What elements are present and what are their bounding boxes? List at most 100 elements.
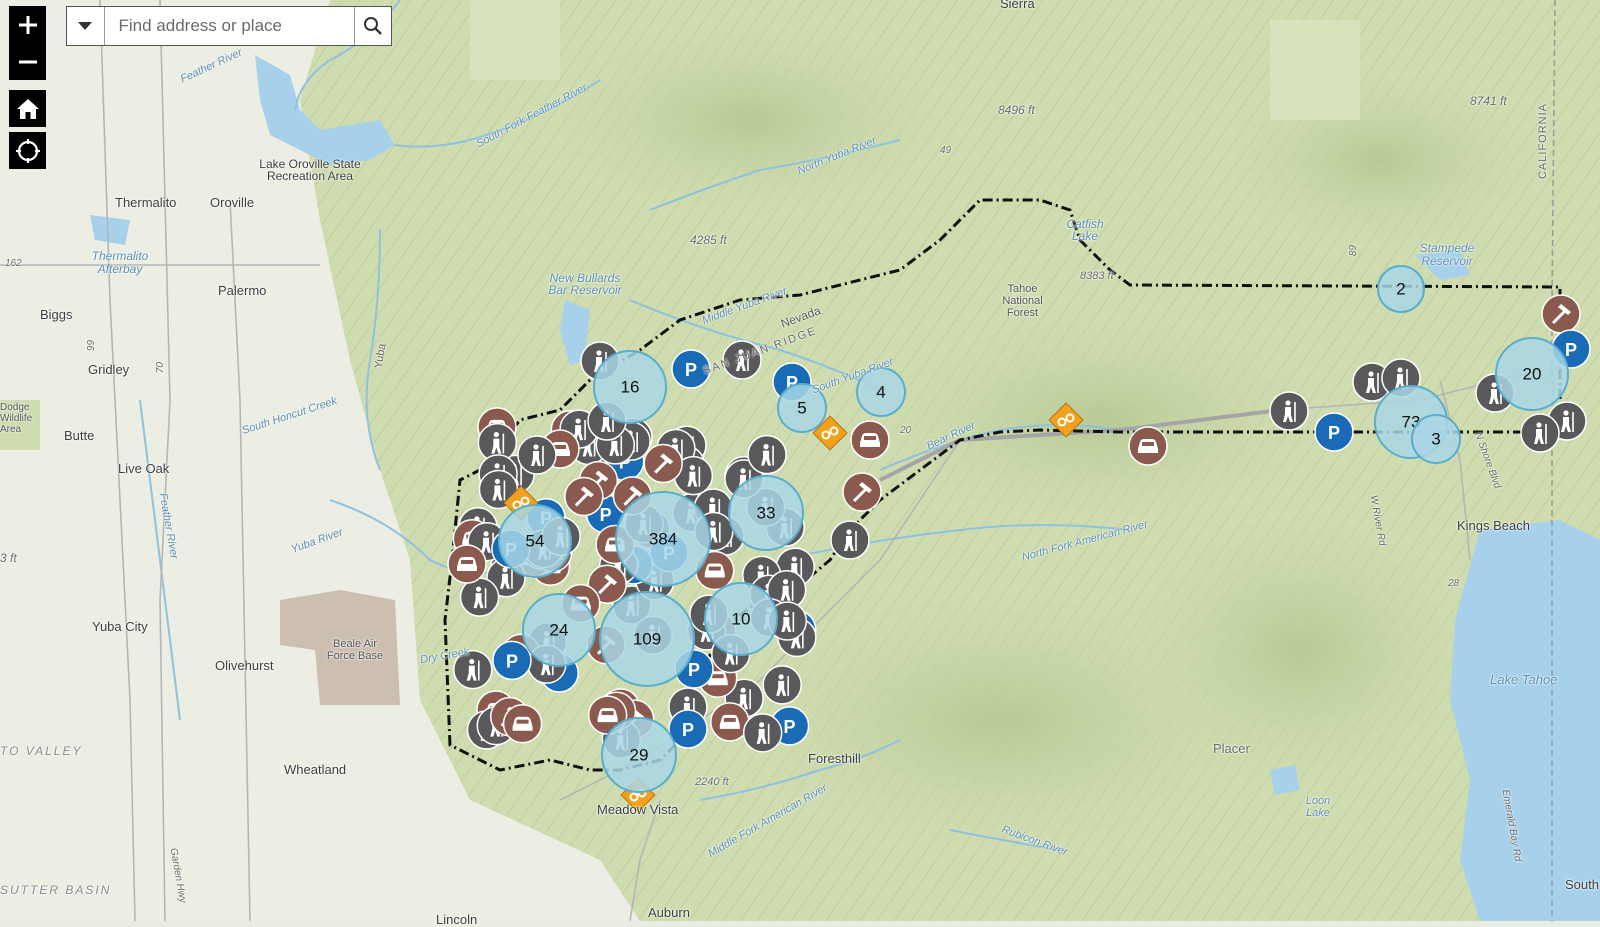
cluster-count-label: 29 bbox=[630, 746, 649, 765]
hammer-marker[interactable] bbox=[643, 443, 683, 484]
peak-label: 2240 ft bbox=[695, 776, 729, 788]
peak-label: 4285 ft bbox=[690, 233, 727, 247]
hiker-marker[interactable] bbox=[1520, 413, 1560, 453]
place-label: Lake Oroville State Recreation Area bbox=[259, 157, 361, 183]
road-label: 28 bbox=[1448, 578, 1460, 589]
place-label: Palermo bbox=[218, 283, 267, 298]
cluster-bubble[interactable]: 29 bbox=[601, 717, 677, 793]
cluster-count-label: 20 bbox=[1523, 365, 1542, 384]
cluster-bubble[interactable]: 3 bbox=[1411, 414, 1461, 464]
place-label: Kings Beach bbox=[1457, 518, 1530, 533]
hiker-marker[interactable] bbox=[517, 435, 557, 475]
search-input[interactable] bbox=[104, 7, 354, 45]
cluster-bubble[interactable]: 16 bbox=[593, 350, 667, 424]
cluster-bubble[interactable]: 54 bbox=[498, 504, 572, 578]
cluster-count-label: 4 bbox=[876, 383, 885, 402]
cluster-count-label: 54 bbox=[526, 532, 545, 551]
place-label: Gridley bbox=[88, 362, 130, 377]
map-canvas[interactable]: PPPPPPPPPPPPPPPP 16543843354241091029220… bbox=[0, 0, 1600, 921]
loon-lake bbox=[1270, 765, 1300, 795]
road-label: 162 bbox=[5, 258, 22, 269]
place-label: Yuba City bbox=[92, 619, 148, 634]
place-label: Sierra bbox=[1000, 0, 1035, 11]
road-label: 70 bbox=[155, 361, 167, 374]
peak-label: 8496 ft bbox=[998, 103, 1035, 117]
peak-label: 8383 ft bbox=[1080, 270, 1114, 282]
car-marker[interactable] bbox=[502, 703, 543, 744]
cluster-count-label: 16 bbox=[621, 378, 640, 397]
hammer-marker[interactable] bbox=[564, 476, 604, 517]
cluster-bubble[interactable]: 24 bbox=[522, 593, 596, 667]
region-label: TO VALLEY bbox=[0, 744, 83, 758]
region-label: SUTTER BASIN bbox=[0, 883, 112, 897]
forest-patch bbox=[470, 0, 560, 80]
hiker-marker[interactable] bbox=[459, 577, 500, 617]
search-widget bbox=[66, 6, 392, 46]
place-label: Stampede Reservoir bbox=[1419, 241, 1475, 268]
search-icon bbox=[363, 17, 382, 35]
cluster-bubble[interactable]: 384 bbox=[615, 491, 711, 587]
cluster-count-label: 33 bbox=[757, 504, 776, 523]
cluster-bubble[interactable]: 20 bbox=[1495, 337, 1569, 411]
minus-icon bbox=[18, 60, 37, 63]
place-label: Placer bbox=[1213, 741, 1250, 756]
place-label: Foresthill bbox=[808, 751, 861, 766]
place-label: Biggs bbox=[40, 307, 73, 322]
place-label: Live Oak bbox=[118, 461, 170, 476]
hiker-marker[interactable] bbox=[742, 713, 783, 753]
place-label: Beale Air Force Base bbox=[326, 638, 384, 662]
hiker-marker[interactable] bbox=[762, 665, 802, 705]
locate-button[interactable] bbox=[9, 132, 46, 169]
cluster-count-label: 24 bbox=[550, 621, 569, 640]
car-marker[interactable] bbox=[850, 420, 890, 460]
svg-text:P: P bbox=[682, 720, 694, 740]
cluster-count-label: 5 bbox=[797, 399, 806, 418]
state-label: CALIFORNIA bbox=[1537, 102, 1550, 180]
cluster-bubble[interactable]: 2 bbox=[1377, 265, 1425, 313]
hiker-marker[interactable] bbox=[830, 520, 870, 560]
zoom-out-button[interactable] bbox=[9, 43, 46, 80]
svg-text:P: P bbox=[688, 660, 700, 680]
cluster-bubble[interactable]: 109 bbox=[599, 591, 695, 687]
car-marker[interactable] bbox=[447, 544, 487, 584]
crosshair-icon bbox=[15, 138, 40, 163]
road-label: 20 bbox=[900, 425, 912, 436]
parking-marker[interactable]: P bbox=[492, 640, 532, 681]
place-label: Auburn bbox=[648, 905, 690, 920]
forest-patch bbox=[1270, 20, 1360, 120]
road-label: 89 bbox=[1348, 244, 1360, 257]
home-button[interactable] bbox=[9, 90, 46, 127]
terrain-shade bbox=[1200, 60, 1560, 260]
road-label: 49 bbox=[940, 145, 952, 156]
peak-label: 3 ft bbox=[0, 551, 17, 565]
place-label: Butte bbox=[64, 428, 95, 443]
car-marker[interactable] bbox=[1128, 426, 1168, 466]
cluster-count-label: 10 bbox=[732, 610, 751, 629]
hiker-marker[interactable] bbox=[747, 434, 787, 475]
zoom-in-button[interactable] bbox=[9, 6, 46, 43]
lake-tahoe bbox=[1450, 520, 1600, 921]
place-label: Tahoe National Forest bbox=[1002, 283, 1043, 319]
svg-text:P: P bbox=[1565, 340, 1577, 360]
parking-marker[interactable]: P bbox=[1314, 412, 1354, 452]
svg-text:P: P bbox=[1328, 423, 1340, 443]
cluster-count-label: 384 bbox=[649, 530, 677, 549]
home-icon bbox=[16, 98, 39, 119]
cluster-bubble[interactable]: 33 bbox=[728, 475, 804, 551]
place-label: Lincoln bbox=[436, 912, 478, 927]
hammer-marker[interactable] bbox=[1541, 294, 1581, 334]
place-label: Wheatland bbox=[284, 762, 347, 777]
place-label: New Bullards Bar Reservoir bbox=[548, 271, 622, 297]
hammer-marker[interactable] bbox=[842, 472, 882, 512]
terrain-shade bbox=[520, 10, 980, 230]
svg-text:P: P bbox=[600, 505, 612, 525]
search-button[interactable] bbox=[353, 7, 392, 45]
search-source-dropdown[interactable] bbox=[67, 7, 105, 45]
place-label: Meadow Vista bbox=[597, 802, 679, 817]
cluster-count-label: 3 bbox=[1431, 430, 1440, 449]
cluster-bubble[interactable]: 10 bbox=[704, 582, 778, 656]
plus-icon bbox=[18, 15, 37, 34]
terrain-shade bbox=[1100, 490, 1500, 810]
hiker-marker[interactable] bbox=[1269, 391, 1309, 431]
place-label: Catfish Lake bbox=[1066, 217, 1104, 243]
